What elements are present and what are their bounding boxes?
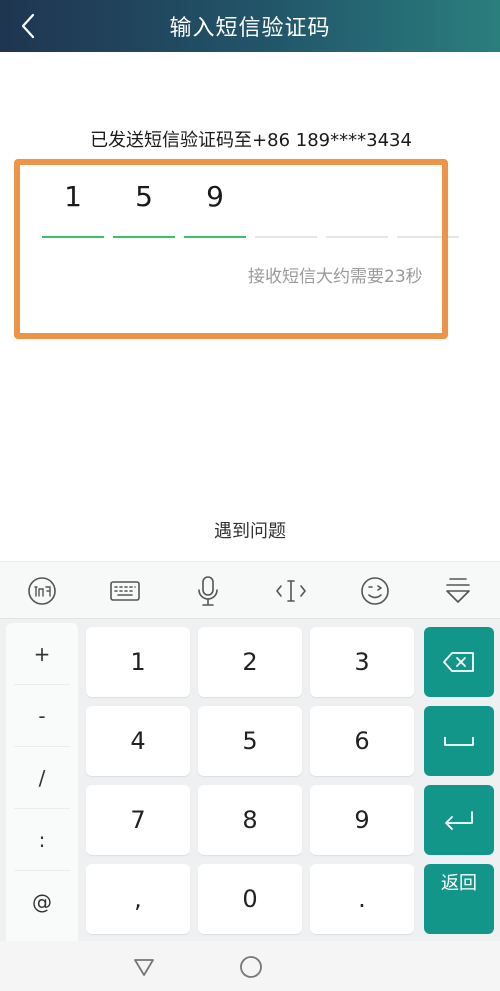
symbol-key-slash[interactable]: / — [6, 747, 78, 809]
chevron-left-icon — [21, 13, 35, 39]
return-key[interactable]: 返回 — [424, 864, 494, 934]
symbol-key-label: : — [38, 828, 46, 852]
enter-key[interactable] — [424, 785, 494, 855]
backspace-key[interactable] — [424, 627, 494, 697]
code-digit-3[interactable]: 9 — [184, 180, 246, 238]
microphone-icon[interactable] — [191, 574, 225, 608]
key-5[interactable]: 5 — [198, 706, 302, 776]
key-6[interactable]: 6 — [310, 706, 414, 776]
space-key[interactable] — [424, 706, 494, 776]
return-key-label: 返回 — [441, 873, 477, 894]
symbol-key-at[interactable]: @ — [6, 871, 78, 933]
space-icon — [444, 737, 474, 746]
symbol-key-label: / — [38, 766, 46, 790]
key-7[interactable]: 7 — [86, 785, 190, 855]
key-comma[interactable]: , — [86, 864, 190, 934]
code-digit-1[interactable]: 1 — [42, 180, 104, 238]
code-digit-6[interactable] — [397, 180, 459, 238]
system-nav-bar — [0, 941, 500, 991]
key-9[interactable]: 9 — [310, 785, 414, 855]
symbol-column: + - / : @ — [6, 623, 78, 941]
key-4[interactable]: 4 — [86, 706, 190, 776]
symbol-key-label: @ — [32, 890, 52, 914]
key-3[interactable]: 3 — [310, 627, 414, 697]
numeric-keyboard: + - / : @ 1 2 3 4 5 6 7 8 9 , 0 . 返回 — [0, 619, 500, 941]
emoji-icon[interactable] — [358, 574, 392, 608]
resend-timer: 接收短信大约需要23秒 — [248, 267, 423, 287]
key-0[interactable]: 0 — [198, 864, 302, 934]
home-circle-icon[interactable] — [237, 953, 265, 981]
back-triangle-icon[interactable] — [130, 953, 158, 981]
xunfei-logo-icon[interactable] — [25, 574, 59, 608]
symbol-key-colon[interactable]: : — [6, 809, 78, 871]
symbol-key-label: - — [38, 704, 46, 728]
backspace-icon — [443, 652, 474, 672]
code-digit-value: 9 — [206, 180, 224, 213]
code-digit-2[interactable]: 5 — [113, 180, 175, 238]
code-digit-5[interactable] — [326, 180, 388, 238]
app-header: 输入短信验证码 — [0, 0, 500, 52]
key-2[interactable]: 2 — [198, 627, 302, 697]
symbol-key-minus[interactable]: - — [6, 685, 78, 747]
code-digit-value: 5 — [135, 180, 153, 213]
sms-sent-hint: 已发送短信验证码至+86 189****3434 — [90, 130, 412, 151]
code-digit-value: 1 — [64, 180, 82, 213]
help-link[interactable]: 遇到问题 — [0, 517, 500, 543]
keyboard-icon[interactable] — [108, 574, 142, 608]
enter-icon — [445, 811, 473, 830]
back-button[interactable] — [8, 6, 48, 46]
key-period[interactable]: . — [310, 864, 414, 934]
keyboard-toolbar — [0, 561, 500, 619]
collapse-keyboard-icon[interactable] — [441, 574, 475, 608]
key-1[interactable]: 1 — [86, 627, 190, 697]
cursor-icon[interactable] — [274, 574, 308, 608]
page-title: 输入短信验证码 — [169, 16, 331, 41]
symbol-key-label: + — [33, 642, 51, 666]
key-8[interactable]: 8 — [198, 785, 302, 855]
code-digit-4[interactable] — [255, 180, 317, 238]
symbol-key-plus[interactable]: + — [6, 623, 78, 685]
